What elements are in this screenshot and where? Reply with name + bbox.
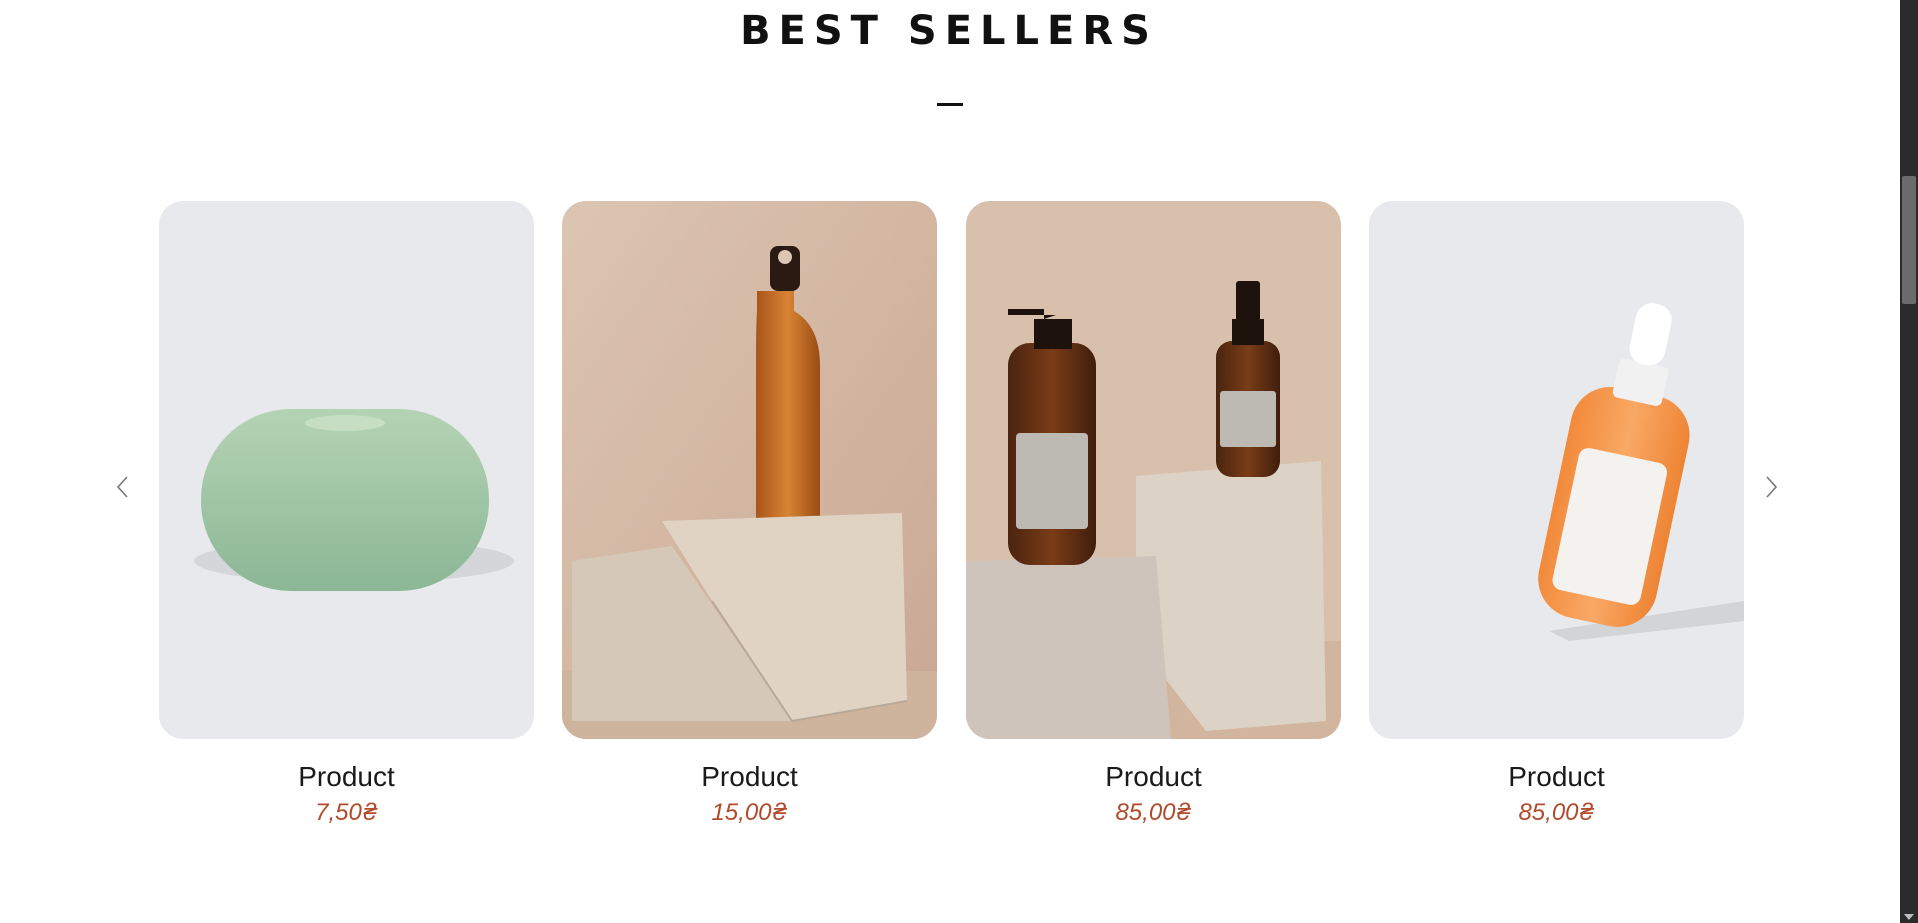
product-image-orange-dropper[interactable]: [1369, 201, 1744, 739]
product-image-copper-bottle[interactable]: [562, 201, 937, 739]
scrollbar-thumb[interactable]: [1902, 176, 1916, 304]
product-image-green-soap[interactable]: [159, 201, 534, 739]
chevron-left-icon: [116, 476, 128, 498]
product-price: 85,00₴: [1518, 799, 1595, 826]
product-price: 85,00₴: [1115, 799, 1192, 826]
product-name[interactable]: Product: [159, 761, 534, 793]
title-divider: [937, 103, 963, 106]
product-name[interactable]: Product: [966, 761, 1341, 793]
product-card[interactable]: Product 15,00₴: [562, 201, 937, 827]
product-card[interactable]: Product 85,00₴: [1369, 201, 1744, 827]
product-name[interactable]: Product: [562, 761, 937, 793]
carousel-next-button[interactable]: [1756, 472, 1786, 502]
page-scrollbar[interactable]: [1900, 0, 1918, 923]
scroll-down-arrow-icon[interactable]: [1904, 914, 1914, 920]
product-card[interactable]: Product 7,50₴: [159, 201, 534, 827]
carousel-prev-button[interactable]: [108, 472, 138, 502]
product-name[interactable]: Product: [1369, 761, 1744, 793]
chevron-right-icon: [1766, 476, 1778, 498]
product-price: 15,00₴: [711, 799, 788, 826]
product-image-amber-bottles[interactable]: [966, 201, 1341, 739]
product-card[interactable]: Product 85,00₴: [966, 201, 1341, 827]
section-title: BEST SELLERS: [740, 8, 1158, 54]
product-price: 7,50₴: [315, 799, 378, 826]
